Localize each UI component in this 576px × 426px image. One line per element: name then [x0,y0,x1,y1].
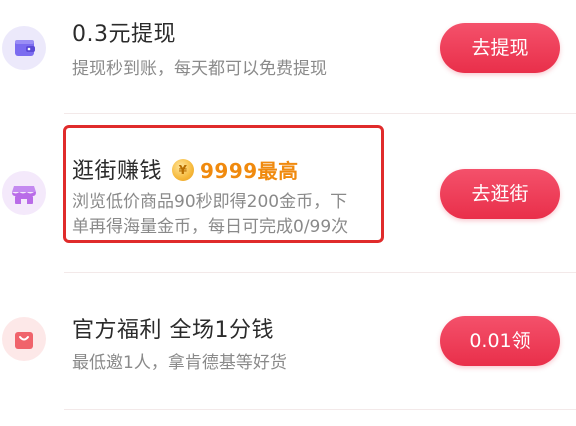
task-title: 官方福利 全场1分钱 [72,318,274,343]
task-list: 0.3元提现 提现秒到账，每天都可以免费提现 去提现 逛街赚钱 ¥9999最高 浏… [0,0,576,426]
withdraw-button[interactable]: 去提现 [440,23,560,73]
shopping-bag-icon-badge [2,317,46,361]
task-item-withdraw: 0.3元提现 提现秒到账，每天都可以免费提现 去提现 [0,0,576,110]
shopping-bag-icon [15,332,33,349]
claim-button[interactable]: 0.01领 [440,316,560,366]
divider [64,409,576,410]
task-item-official-benefit: 官方福利 全场1分钱 最低邀1人，拿肯德基等好货 0.01领 [0,273,576,409]
shop-icon [12,186,36,204]
task-title: 0.3元提现 [72,22,176,47]
go-shopping-button[interactable]: 去逛街 [440,169,560,219]
task-description: 提现秒到账，每天都可以免费提现 [72,59,327,79]
shop-icon-badge [2,171,46,215]
wallet-icon [15,40,35,56]
wallet-icon-badge [2,26,46,70]
task-description: 最低邀1人，拿肯德基等好货 [72,353,287,373]
highlight-annotation-box [63,125,384,243]
